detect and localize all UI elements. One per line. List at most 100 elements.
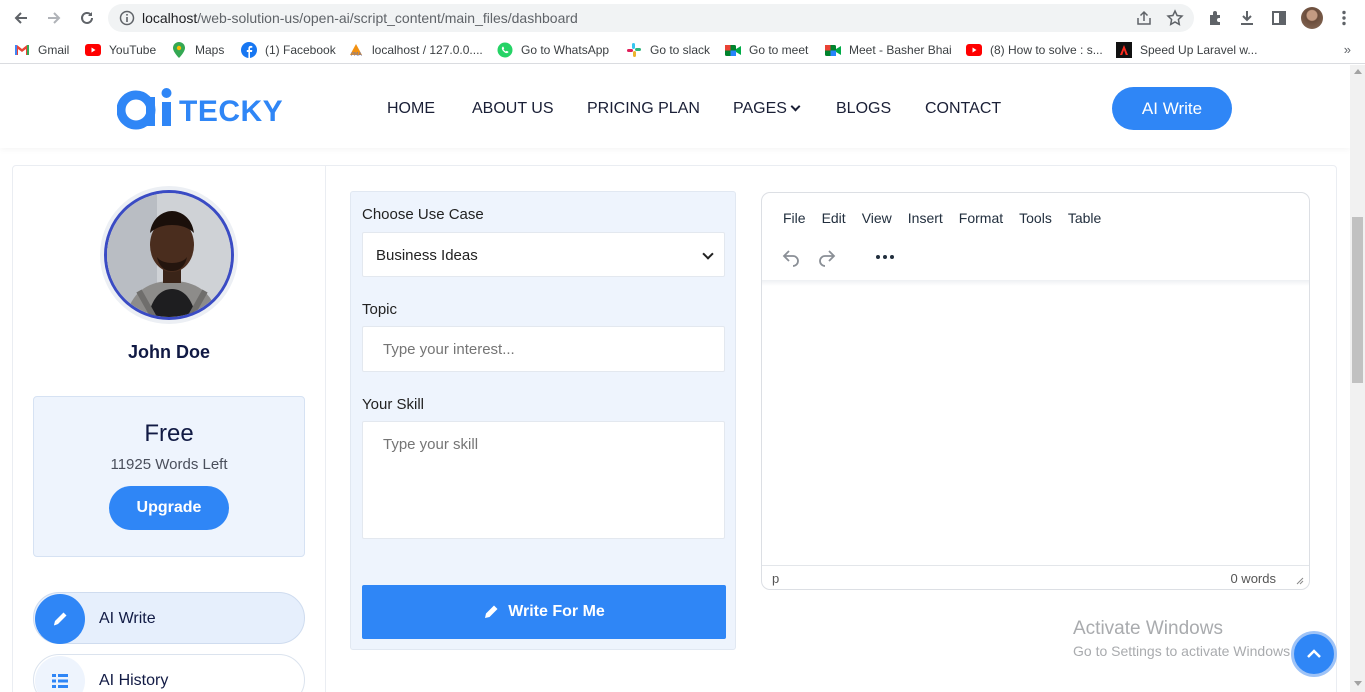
extensions-button[interactable] bbox=[1206, 8, 1226, 28]
use-case-select[interactable]: Business Ideas bbox=[362, 232, 725, 277]
whatsapp-icon bbox=[497, 42, 513, 58]
browser-menu-button[interactable] bbox=[1334, 8, 1354, 28]
downloads-button[interactable] bbox=[1237, 8, 1257, 28]
share-icon[interactable] bbox=[1135, 9, 1153, 27]
chevron-down-icon bbox=[790, 101, 801, 112]
info-icon[interactable] bbox=[119, 10, 135, 26]
back-button[interactable] bbox=[10, 7, 32, 29]
bookmark-star-icon[interactable] bbox=[1166, 9, 1184, 27]
user-name: John Doe bbox=[127, 342, 210, 362]
address-bar[interactable]: localhost/web-solution-us/open-ai/script… bbox=[108, 4, 1194, 32]
bookmark-youtube-howto[interactable]: (8) How to solve : s... bbox=[966, 41, 1103, 59]
sidebar-item-ai-write[interactable]: AI Write bbox=[33, 592, 305, 644]
logo[interactable]: TECKY bbox=[117, 86, 283, 130]
bookmark-meet-basher[interactable]: Meet - Basher Bhai bbox=[825, 41, 952, 59]
sidebar-item-ai-history[interactable]: AI History bbox=[33, 654, 305, 692]
bookmark-phpmyadmin[interactable]: PMA localhost / 127.0.0.... bbox=[348, 41, 483, 59]
page-scrollbar[interactable] bbox=[1350, 65, 1365, 692]
write-for-me-label: Write For Me bbox=[508, 603, 605, 620]
scroll-thumb[interactable] bbox=[1352, 217, 1363, 383]
bookmarks-bar: Gmail YouTube Maps (1) Facebook PMA loca… bbox=[0, 36, 1365, 64]
editor-menu-format[interactable]: Format bbox=[959, 210, 1003, 226]
download-icon bbox=[1241, 11, 1253, 25]
url-text: localhost/web-solution-us/open-ai/script… bbox=[142, 10, 578, 26]
nav-home[interactable]: HOME bbox=[387, 100, 435, 118]
laravel-icon bbox=[1116, 42, 1132, 58]
rich-text-editor: File Edit View Insert Format Tools Table p 0 w… bbox=[761, 192, 1310, 590]
editor-menu-edit[interactable]: Edit bbox=[822, 210, 846, 226]
bookmark-slack[interactable]: Go to slack bbox=[626, 41, 710, 59]
facebook-icon bbox=[241, 42, 257, 58]
chevron-up-icon bbox=[1307, 649, 1321, 658]
bookmark-facebook[interactable]: (1) Facebook bbox=[241, 41, 336, 59]
nav-pages[interactable]: PAGES bbox=[733, 100, 801, 118]
slack-icon bbox=[626, 42, 642, 58]
bookmark-laravel[interactable]: Speed Up Laravel w... bbox=[1116, 41, 1257, 59]
editor-content-area[interactable] bbox=[762, 286, 1309, 565]
puzzle-icon bbox=[1210, 11, 1220, 25]
skill-textarea[interactable]: Type your skill bbox=[362, 421, 725, 539]
ai-write-header-button[interactable]: AI Write bbox=[1112, 87, 1232, 130]
more-options-icon[interactable] bbox=[875, 252, 895, 262]
element-path[interactable]: p bbox=[772, 571, 779, 586]
bookmark-label: (1) Facebook bbox=[265, 43, 336, 57]
youtube-icon bbox=[966, 42, 982, 58]
resize-handle-icon[interactable] bbox=[1295, 576, 1304, 585]
use-case-value: Business Ideas bbox=[376, 247, 478, 264]
forward-arrow-icon bbox=[48, 12, 61, 24]
editor-menu-table[interactable]: Table bbox=[1068, 210, 1101, 226]
bookmark-label: Meet - Basher Bhai bbox=[849, 43, 952, 57]
svg-text:PMA: PMA bbox=[351, 52, 362, 57]
nav-about-us[interactable]: ABOUT US bbox=[472, 100, 554, 118]
bookmarks-overflow-button[interactable]: » bbox=[1344, 42, 1351, 57]
sidebar-item-label: AI History bbox=[99, 672, 169, 689]
avatar bbox=[104, 190, 234, 320]
editor-statusbar: p 0 words bbox=[762, 565, 1309, 589]
browser-toolbar: localhost/web-solution-us/open-ai/script… bbox=[0, 0, 1365, 36]
scroll-up-arrow-icon[interactable] bbox=[1354, 69, 1362, 74]
logo-text: TECKY bbox=[179, 95, 284, 128]
skill-label: Your Skill bbox=[362, 396, 424, 413]
use-case-label: Choose Use Case bbox=[362, 206, 484, 223]
nav-contact[interactable]: CONTACT bbox=[925, 100, 1001, 118]
profile-avatar[interactable] bbox=[1301, 7, 1323, 29]
editor-menu-tools[interactable]: Tools bbox=[1019, 210, 1052, 226]
forward-button[interactable] bbox=[43, 7, 65, 29]
back-to-top-button[interactable] bbox=[1291, 631, 1337, 677]
topic-input[interactable]: Type your interest... bbox=[362, 326, 725, 372]
bookmark-label: (8) How to solve : s... bbox=[990, 43, 1103, 57]
plan-card: Free 11925 Words Left Upgrade bbox=[33, 396, 305, 557]
editor-menu-view[interactable]: View bbox=[862, 210, 892, 226]
nav-pricing-plan[interactable]: PRICING PLAN bbox=[587, 100, 700, 118]
side-panel-icon bbox=[1272, 11, 1286, 25]
reload-icon bbox=[81, 11, 93, 24]
bookmark-label: Go to WhatsApp bbox=[521, 43, 610, 57]
bookmark-gmail[interactable]: Gmail bbox=[14, 41, 69, 59]
bookmark-label: localhost / 127.0.0.... bbox=[372, 43, 483, 57]
meet-icon bbox=[825, 42, 841, 58]
scroll-down-arrow-icon[interactable] bbox=[1354, 681, 1362, 686]
topic-label: Topic bbox=[362, 301, 398, 318]
bookmark-label: Speed Up Laravel w... bbox=[1140, 43, 1258, 57]
url-host: localhost bbox=[142, 10, 198, 26]
undo-icon[interactable] bbox=[781, 248, 801, 268]
redo-icon[interactable] bbox=[817, 248, 837, 268]
ai-logo-icon bbox=[117, 88, 172, 130]
editor-menu-file[interactable]: File bbox=[783, 210, 806, 226]
bookmark-maps[interactable]: Maps bbox=[171, 41, 224, 59]
chevron-down-icon bbox=[702, 248, 714, 260]
reload-button[interactable] bbox=[76, 7, 98, 29]
list-icon bbox=[35, 656, 85, 692]
bookmark-youtube[interactable]: YouTube bbox=[85, 41, 156, 59]
meet-icon bbox=[725, 42, 741, 58]
write-for-me-button[interactable]: Write For Me bbox=[362, 585, 726, 639]
plan-name: Free bbox=[144, 420, 194, 447]
upgrade-button[interactable]: Upgrade bbox=[109, 486, 229, 530]
bookmark-whatsapp[interactable]: Go to WhatsApp bbox=[497, 41, 609, 59]
bookmark-label: Go to meet bbox=[749, 43, 809, 57]
side-panel-button[interactable] bbox=[1269, 8, 1289, 28]
editor-menu-insert[interactable]: Insert bbox=[908, 210, 943, 226]
word-count[interactable]: 0 words bbox=[1230, 571, 1276, 586]
bookmark-meet[interactable]: Go to meet bbox=[725, 41, 808, 59]
nav-blogs[interactable]: BLOGS bbox=[836, 100, 891, 118]
